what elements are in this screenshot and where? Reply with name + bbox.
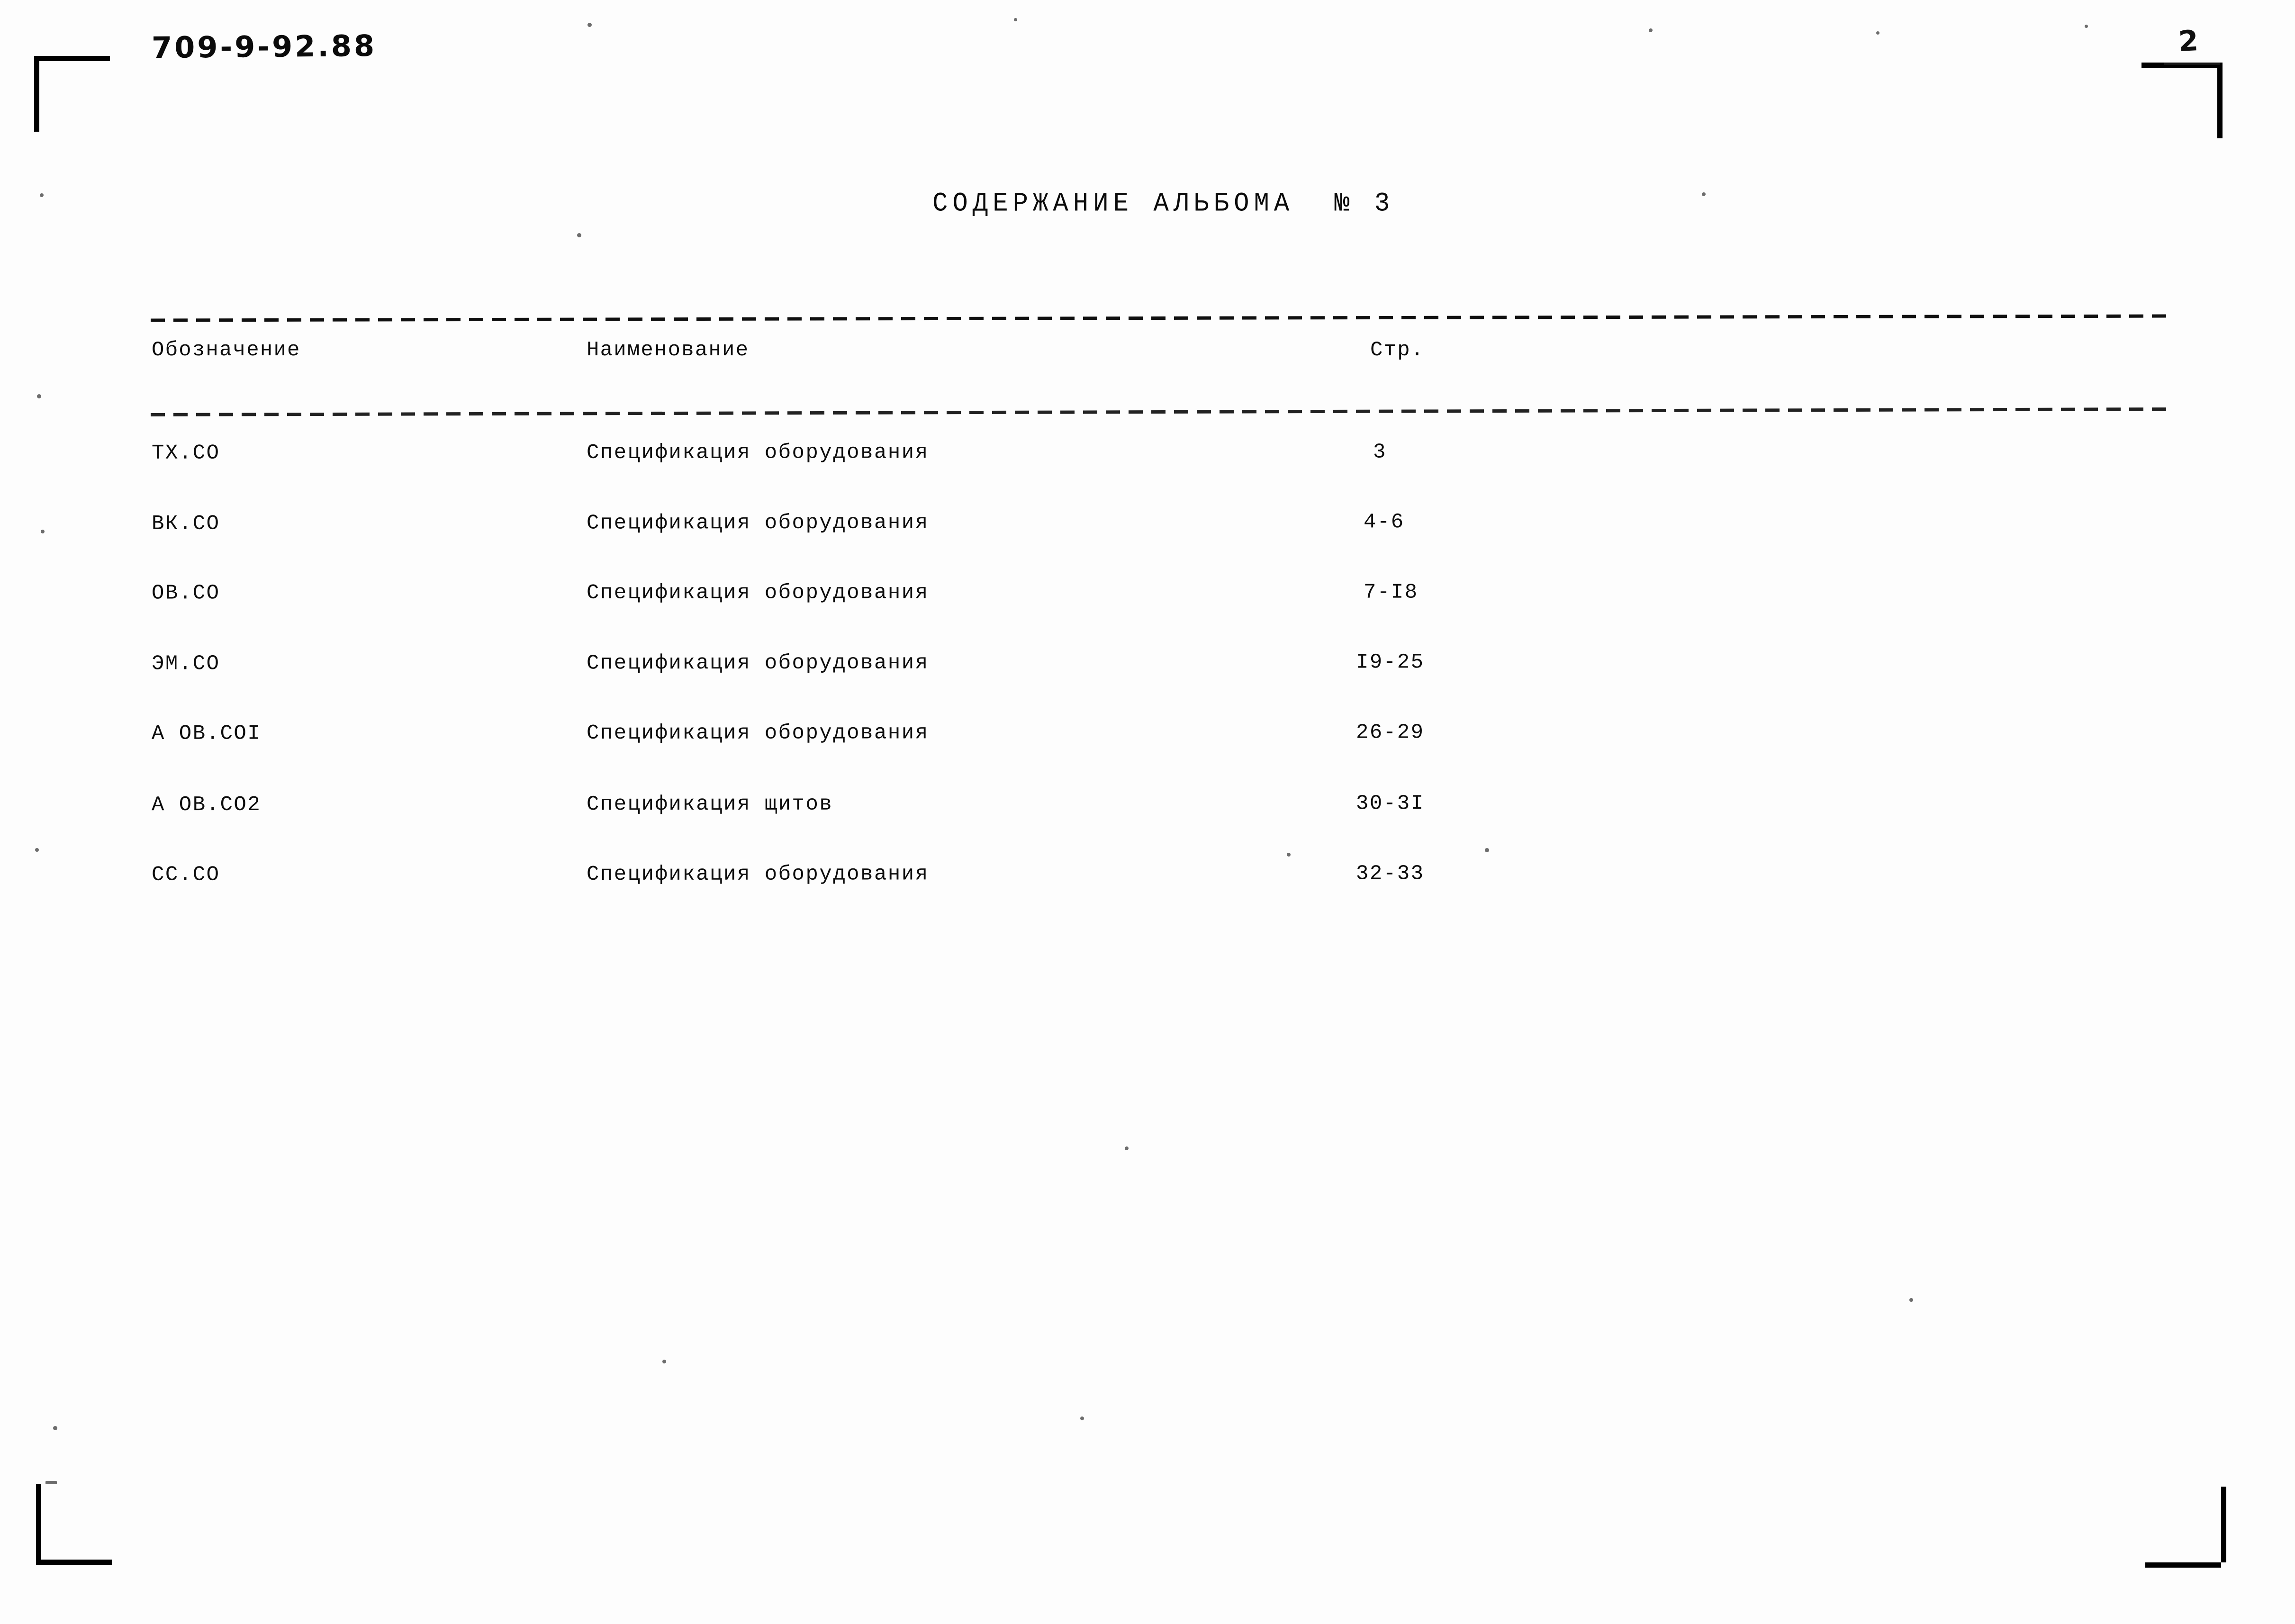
scan-speck bbox=[40, 193, 44, 197]
scan-speck bbox=[35, 848, 39, 852]
cell-name: Спецификация оборудования bbox=[586, 581, 929, 605]
column-header-name: Наименование bbox=[587, 338, 750, 362]
column-header-page: Стр. bbox=[1370, 338, 1425, 362]
cell-code: ТХ.СО bbox=[151, 441, 220, 465]
cell-code: ОВ.СО bbox=[151, 581, 220, 605]
table-row: ЭМ.СО Спецификация оборудования I9-25 bbox=[0, 650, 2295, 693]
scan-speck bbox=[1909, 1298, 1913, 1302]
page-number-underline bbox=[2164, 63, 2220, 65]
cell-page: 30-3I bbox=[1355, 792, 1425, 816]
cell-page: 7-I8 bbox=[1363, 580, 1419, 604]
cell-name: Спецификация щитов bbox=[586, 792, 833, 817]
cell-code: ЭМ.СО bbox=[151, 652, 220, 676]
column-header-code: Обозначение bbox=[152, 338, 301, 362]
table-row: ТХ.СО Спецификация оборудования 3 bbox=[0, 440, 2295, 482]
crop-mark-arm-horizontal bbox=[36, 1560, 112, 1565]
cell-name: Спецификация оборудования bbox=[586, 721, 929, 746]
crop-mark-arm-vertical bbox=[34, 56, 39, 132]
cell-page: 26-29 bbox=[1355, 721, 1425, 745]
scan-speck bbox=[577, 233, 581, 237]
crop-mark-arm-horizontal bbox=[34, 56, 110, 61]
scan-speck bbox=[1485, 848, 1489, 852]
table-row: А ОВ.СО2 Спецификация щитов 30-3I bbox=[0, 791, 2295, 834]
scan-speck bbox=[1014, 18, 1017, 21]
scan-speck bbox=[1702, 192, 1706, 196]
scan-speck bbox=[37, 394, 41, 398]
cell-name: Спецификация оборудования bbox=[586, 651, 929, 676]
table-header-row: Обозначение Наименование Стр. bbox=[0, 338, 2295, 379]
crop-mark-arm-vertical bbox=[36, 1484, 41, 1560]
scan-speck bbox=[45, 1481, 57, 1484]
cell-code: А ОВ.СОI bbox=[151, 722, 262, 746]
scan-speck bbox=[2085, 25, 2088, 28]
cell-page: I9-25 bbox=[1355, 650, 1425, 675]
table-row: ВК.СО Спецификация оборудования 4-6 bbox=[0, 509, 2295, 553]
scan-speck bbox=[662, 1360, 666, 1363]
scan-speck bbox=[1080, 1416, 1084, 1420]
cell-page: 4-6 bbox=[1363, 510, 1405, 534]
scan-speck bbox=[41, 530, 45, 533]
scan-speck bbox=[587, 23, 592, 27]
scan-speck bbox=[1287, 853, 1291, 857]
scan-speck bbox=[1125, 1146, 1129, 1150]
cell-code: А ОВ.СО2 bbox=[151, 793, 262, 817]
scan-speck bbox=[1876, 31, 1879, 35]
crop-mark-arm-vertical bbox=[2217, 63, 2223, 138]
cell-name: Спецификация оборудования bbox=[586, 441, 929, 465]
scan-speck bbox=[53, 1426, 57, 1430]
table-row: ОВ.СО Спецификация оборудования 7-I8 bbox=[0, 580, 2295, 622]
cell-page: 32-33 bbox=[1355, 862, 1425, 886]
cell-code: СС.СО bbox=[151, 863, 220, 887]
cell-code: ВК.СО bbox=[151, 512, 220, 536]
scan-speck bbox=[1649, 28, 1653, 32]
crop-mark-arm-vertical bbox=[2221, 1487, 2226, 1562]
crop-mark-arm-horizontal bbox=[2145, 1562, 2221, 1568]
cell-name: Спецификация оборудования bbox=[586, 511, 929, 535]
table-row: А ОВ.СОI Спецификация оборудования 26-29 bbox=[0, 720, 2295, 763]
page-title: СОДЕРЖАНИЕ АЛЬБОМА № 3 bbox=[932, 189, 1395, 219]
page-number: 2 bbox=[2178, 24, 2199, 59]
document-code: 709-9-92.88 bbox=[151, 28, 377, 65]
cell-name: Спецификация оборудования bbox=[586, 862, 929, 887]
table-row: СС.СО Спецификация оборудования 32-33 bbox=[0, 861, 2295, 904]
cell-page: 3 bbox=[1373, 440, 1387, 464]
